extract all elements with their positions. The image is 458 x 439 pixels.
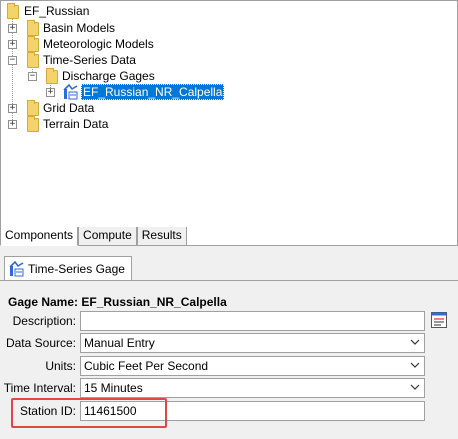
expand-icon[interactable]: + — [8, 120, 17, 129]
tree-item-terrain-data[interactable]: + Terrain Data — [1, 116, 201, 132]
folder-icon — [27, 20, 39, 36]
units-value: Cubic Feet Per Second — [84, 359, 209, 373]
folder-icon — [27, 52, 39, 68]
folder-icon — [27, 116, 39, 132]
tree-item-label: Basin Models — [43, 21, 116, 35]
editor-tab-label: Time-Series Gage — [28, 261, 125, 276]
folder-icon — [7, 3, 19, 19]
folder-icon — [46, 68, 58, 84]
tree-item-grid-data[interactable]: + Grid Data — [1, 100, 201, 116]
tree-root-label: EF_Russian — [24, 4, 90, 18]
expand-icon[interactable]: + — [8, 40, 17, 49]
chevron-down-icon — [410, 362, 420, 368]
units-label: Units: — [45, 359, 76, 373]
folder-icon — [27, 36, 39, 52]
expand-icon[interactable]: + — [8, 104, 17, 113]
data-source-value: Manual Entry — [84, 336, 155, 350]
gage-name-title: Gage Name: EF_Russian_NR_Calpella — [8, 295, 227, 309]
station-id-highlight — [11, 398, 167, 428]
gage-icon — [63, 84, 78, 100]
collapse-icon[interactable]: − — [28, 72, 37, 81]
tree-item-label: Discharge Gages — [62, 69, 155, 83]
watershed-tabs: Components Compute Results — [0, 227, 187, 246]
tab-time-series-gage[interactable]: Time-Series Gage — [4, 256, 132, 280]
tree-item-label: EF_Russian_NR_Calpella — [81, 84, 225, 100]
description-edit-icon[interactable] — [431, 312, 447, 328]
tree-item-time-series-data[interactable]: − Time-Series Data — [1, 52, 201, 68]
expand-icon[interactable]: + — [8, 24, 17, 33]
chevron-down-icon — [410, 339, 420, 345]
tree-item-meteorologic-models[interactable]: + Meteorologic Models — [1, 36, 201, 52]
time-interval-label: Time Interval: — [3, 381, 76, 395]
tree-item-discharge-gages[interactable]: − Discharge Gages — [1, 68, 221, 84]
tree-item-label: Terrain Data — [43, 117, 109, 131]
folder-icon — [27, 100, 39, 116]
tree-item-label: Grid Data — [43, 101, 95, 115]
tree-item-basin-models[interactable]: + Basin Models — [1, 20, 201, 36]
time-interval-value: 15 Minutes — [84, 381, 143, 395]
tab-components[interactable]: Components — [0, 227, 79, 246]
collapse-icon[interactable]: − — [8, 56, 17, 65]
description-label: Description: — [12, 314, 76, 328]
data-source-select[interactable]: Manual Entry — [80, 333, 425, 353]
data-source-label: Data Source: — [5, 336, 76, 350]
component-tree-panel: EF_Russian + Basin Models + Meteorologic… — [0, 0, 458, 246]
tree-item-label: Meteorologic Models — [43, 37, 154, 51]
gage-icon — [9, 260, 24, 276]
tree-item-label: Time-Series Data — [43, 53, 136, 67]
chevron-down-icon — [410, 384, 420, 390]
panel-splitter[interactable] — [0, 246, 458, 254]
description-input[interactable] — [80, 311, 425, 331]
expand-icon[interactable]: + — [46, 88, 55, 97]
time-interval-select[interactable]: 15 Minutes — [80, 378, 425, 398]
units-select[interactable]: Cubic Feet Per Second — [80, 356, 425, 376]
tree-item-gage-calpella[interactable]: + EF_Russian_NR_Calpella — [1, 84, 241, 100]
tab-results[interactable]: Results — [136, 227, 187, 246]
tab-compute[interactable]: Compute — [78, 227, 137, 246]
